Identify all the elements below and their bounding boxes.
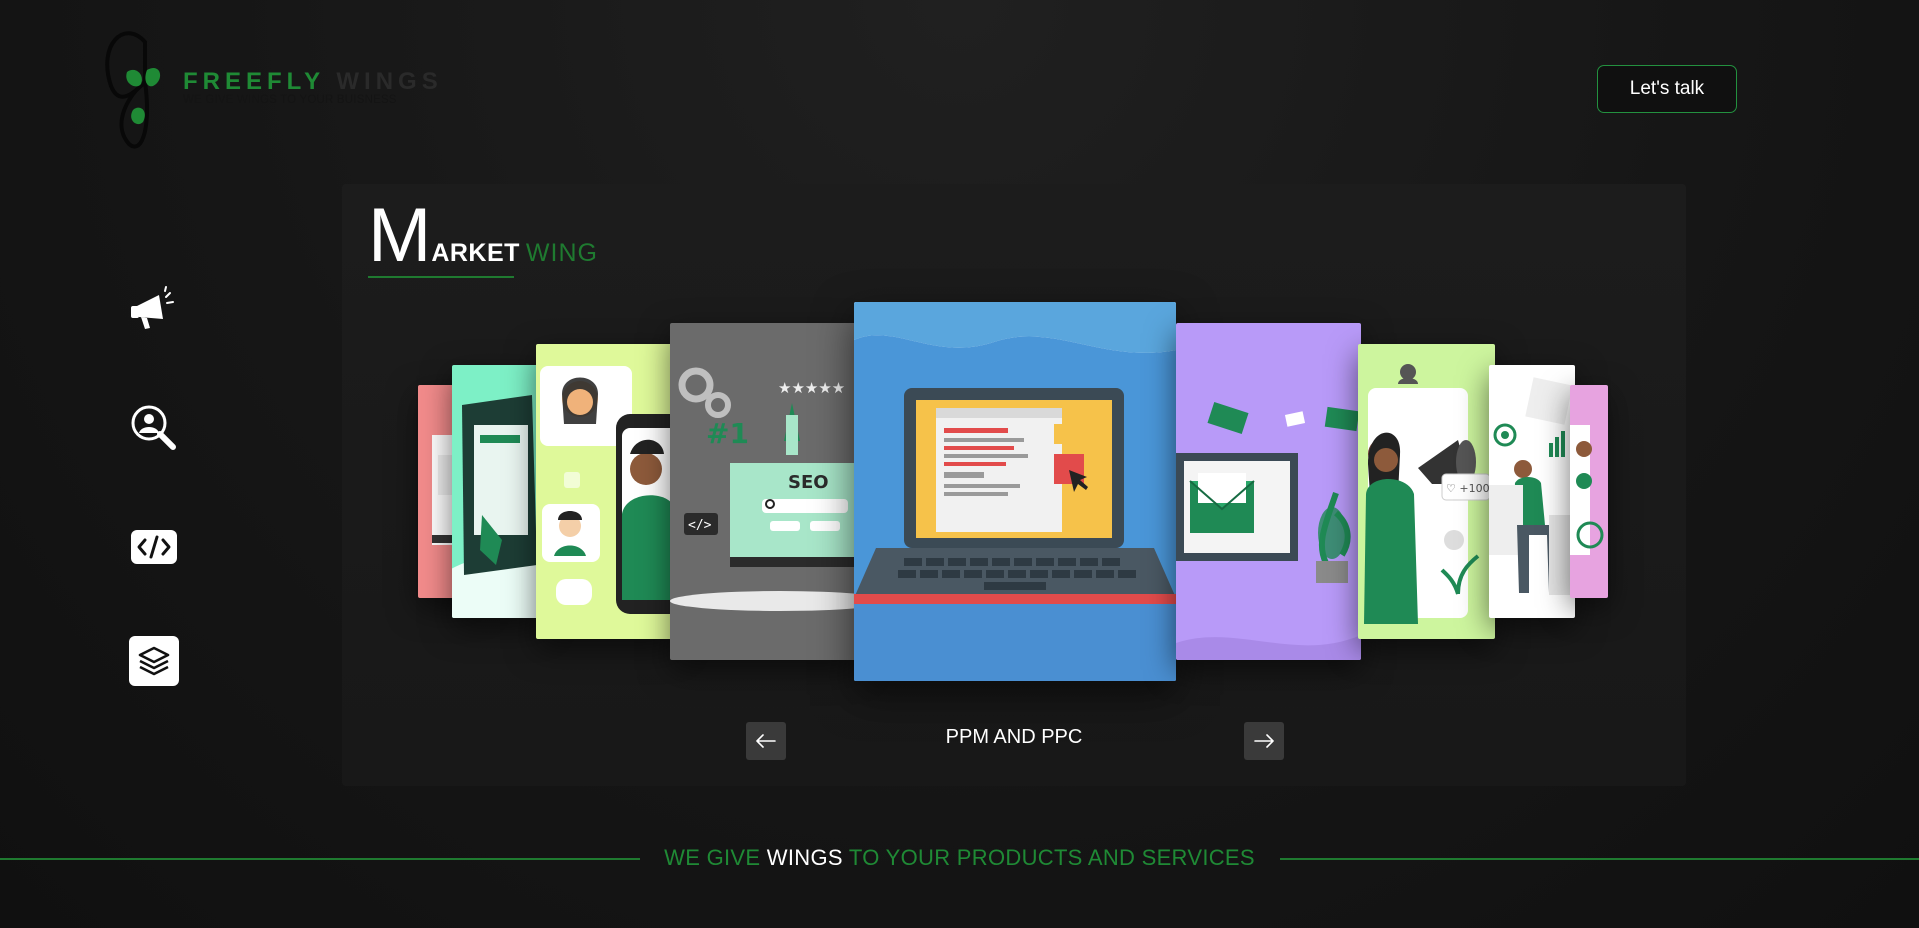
code-icon	[131, 530, 177, 564]
market-wing-panel: MARKET WING ★★★★★ #1 SEO </> ♡ +100 PPM …	[342, 184, 1686, 786]
svg-text:♡ +100: ♡ +100	[1446, 482, 1490, 495]
brand-name-second: WINGS	[336, 68, 443, 95]
footer-tagline: WE GIVE WINGS TO YOUR PRODUCTS AND SERVI…	[0, 845, 1919, 871]
influencer-illustration	[1570, 425, 1604, 555]
carousel-card-web-design[interactable]	[452, 365, 542, 618]
carousel-next-button[interactable]	[1244, 722, 1284, 760]
heading-initial: M	[368, 193, 432, 278]
megaphone-icon	[131, 286, 174, 329]
layers-icon	[138, 646, 170, 676]
user-search-icon	[131, 405, 176, 450]
nav-services[interactable]	[129, 636, 179, 686]
carousel-card-seo[interactable]: ★★★★★ #1 SEO </>	[670, 323, 858, 660]
carousel-caption: PPM AND PPC	[945, 726, 1083, 748]
tagline-part3: TO YOUR PRODUCTS AND SERVICES	[848, 845, 1255, 870]
carousel-card-promotion[interactable]: ♡ +100	[1358, 344, 1495, 639]
svg-text:</>: </>	[688, 518, 712, 533]
section-heading: MARKET WING	[368, 198, 598, 274]
nav-development[interactable]	[129, 522, 179, 572]
nav-marketing[interactable]	[129, 285, 179, 335]
brand-name-first: FREEFLY	[183, 68, 325, 95]
tagline-part1: WE GIVE	[664, 845, 761, 870]
tagline-part2: WINGS	[766, 845, 843, 870]
carousel-card-social-media[interactable]	[536, 344, 676, 639]
heading-rest: ARKET	[431, 239, 520, 267]
web-design-illustration	[452, 395, 542, 618]
brand-tagline: WE GIVE WINGS TO YOUR BUISNESS	[183, 94, 397, 106]
butterfly-logo-icon	[105, 31, 161, 149]
analytics-illustration	[1489, 377, 1575, 595]
brand-logo[interactable]: FREEFLY WINGS WE GIVE WINGS TO YOUR BUIS…	[105, 24, 438, 154]
arrow-right-icon	[1254, 734, 1274, 748]
social-media-illustration	[540, 366, 676, 614]
svg-text:★★★★★: ★★★★★	[778, 379, 845, 397]
svg-text:#1: #1	[706, 417, 749, 450]
promotion-illustration: ♡ +100	[1364, 364, 1491, 624]
nav-seo[interactable]	[129, 403, 179, 453]
heading-accent: WING	[525, 239, 598, 267]
carousel-card-influencer[interactable]	[1570, 385, 1608, 598]
carousel-card-ppc-current[interactable]	[854, 302, 1176, 681]
svg-text:SEO: SEO	[788, 472, 829, 493]
email-marketing-illustration	[1176, 401, 1361, 660]
heading-underline	[368, 276, 514, 278]
ppc-laptop-illustration	[854, 302, 1176, 681]
carousel-card-email-marketing[interactable]	[1176, 323, 1361, 660]
lets-talk-button[interactable]: Let's talk	[1597, 65, 1737, 113]
carousel-card-analytics[interactable]	[1489, 365, 1575, 618]
seo-illustration: ★★★★★ #1 SEO </>	[670, 367, 858, 611]
